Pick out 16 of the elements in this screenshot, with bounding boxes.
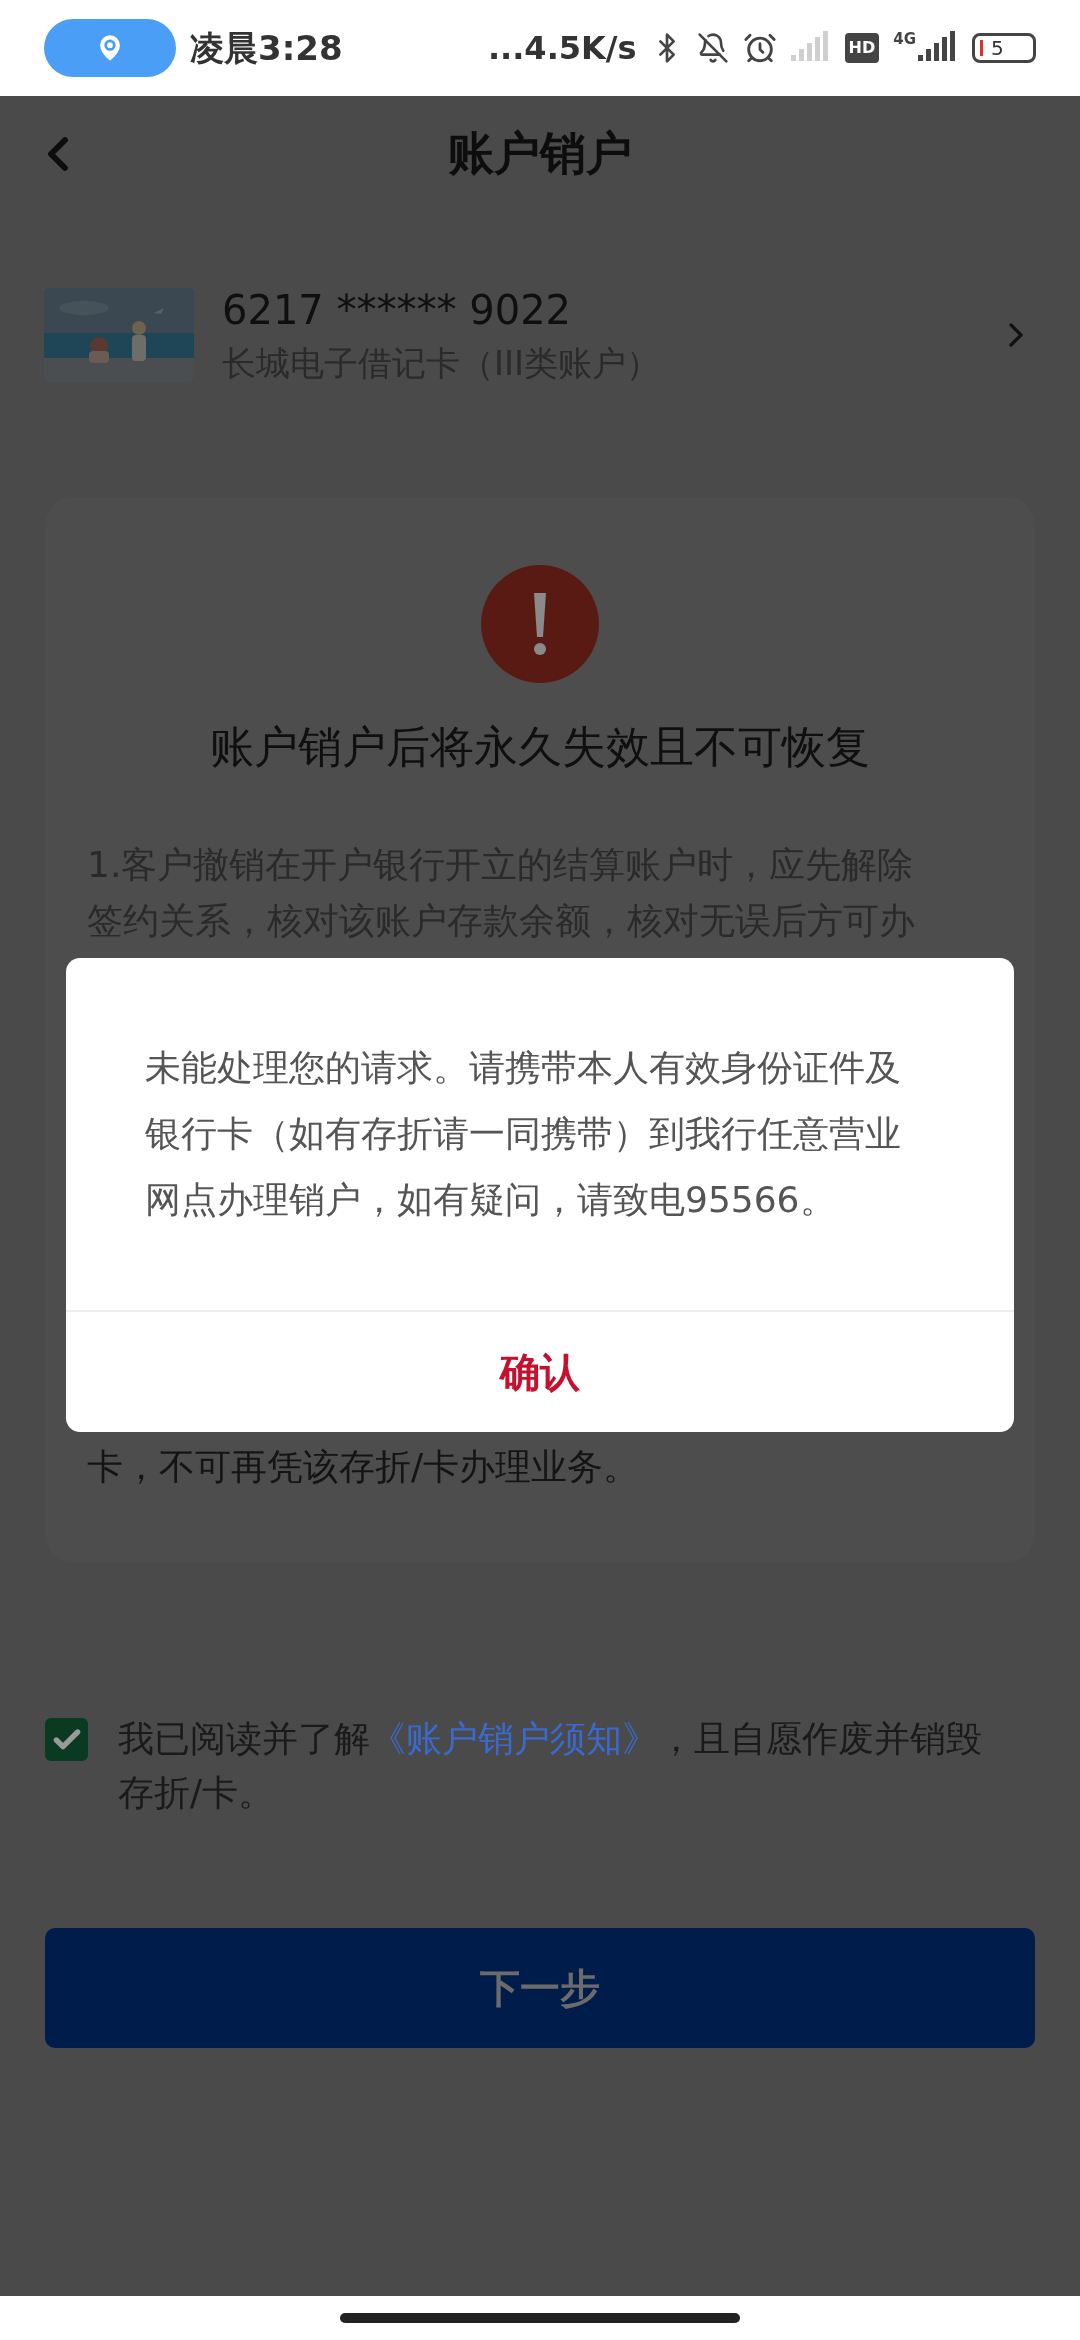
network-speed: ...4.5K/s [487, 28, 637, 69]
bell-off-icon [696, 32, 729, 64]
agreement-checkbox[interactable] [45, 1718, 88, 1761]
notice-title: 账户销户后将永久失效且不可恢复 [210, 720, 870, 774]
confirm-button[interactable]: 确认 [66, 1312, 1014, 1432]
next-button[interactable]: 下一步 [45, 1928, 1035, 2048]
dialog-message: 未能处理您的请求。请携带本人有效身份证件及银行卡（如有存折请一同携带）到我行任意营业网点办理销户，如有疑问，请致电95566。 [145, 1046, 902, 1222]
battery-indicator: 5 [972, 33, 1036, 63]
notice-link[interactable]: 《账户销户须知》 [370, 1718, 658, 1759]
page-title: 账户销户 [448, 124, 632, 182]
hd-indicator: HD [844, 33, 880, 63]
status-time: 凌晨3:28 [190, 26, 343, 70]
network-type: 4G [893, 32, 916, 47]
notice-text-line: 卡，不可再凭该存折/卡办理业务。 [87, 1445, 641, 1489]
card-number: 6217 ****** 9022 [222, 286, 573, 335]
alarm-icon [742, 31, 777, 65]
